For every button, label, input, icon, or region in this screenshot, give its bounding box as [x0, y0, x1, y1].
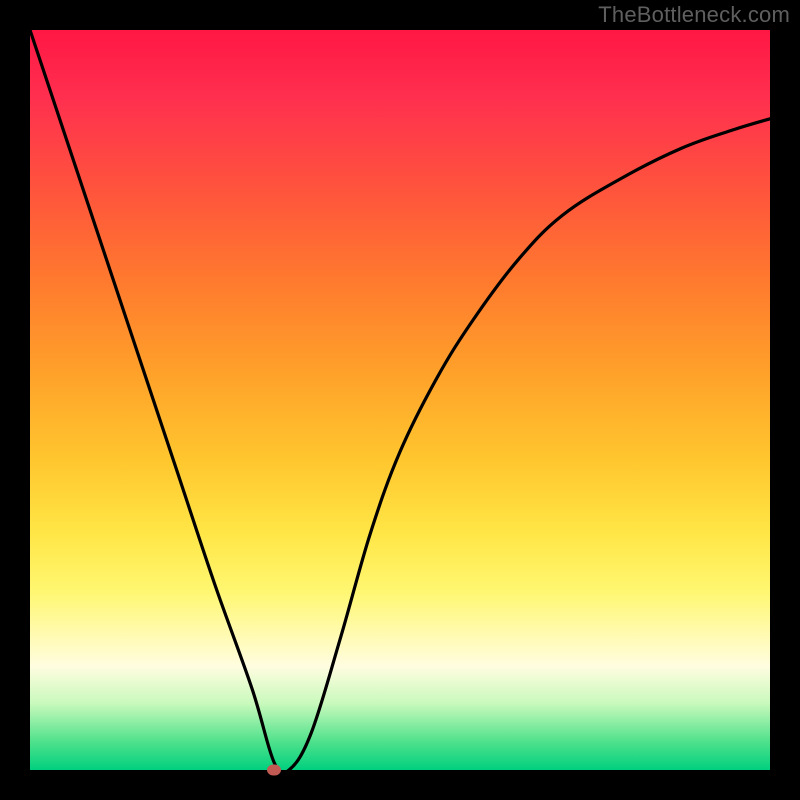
bottleneck-curve [30, 30, 770, 770]
minimum-marker [267, 765, 281, 776]
plot-area [30, 30, 770, 770]
chart-frame: TheBottleneck.com [0, 0, 800, 800]
watermark-text: TheBottleneck.com [598, 2, 790, 28]
